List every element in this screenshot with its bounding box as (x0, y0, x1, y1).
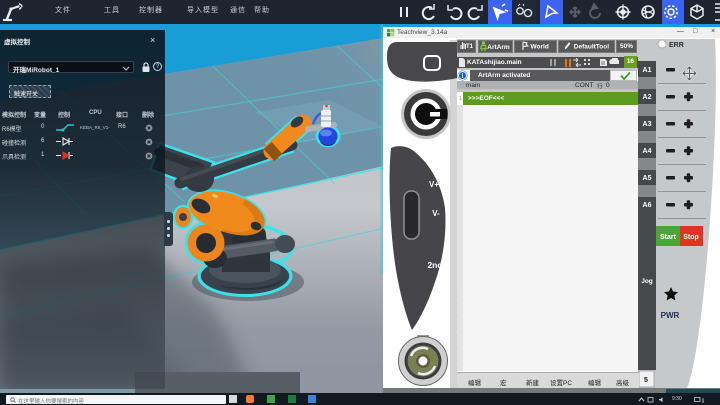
svg-text:Start: Start (660, 234, 677, 241)
svg-text:A5: A5 (643, 175, 652, 182)
svg-text:A6: A6 (643, 202, 652, 209)
svg-text:V-: V- (432, 209, 440, 218)
svg-text:2nd: 2nd (427, 260, 442, 270)
svg-text:Stop: Stop (683, 234, 699, 241)
svg-text:A2: A2 (643, 94, 652, 101)
svg-text:A1: A1 (643, 67, 652, 74)
svg-text:5: 5 (644, 377, 648, 384)
svg-text:PWR: PWR (661, 311, 680, 320)
svg-text:A3: A3 (643, 121, 652, 128)
svg-text:A4: A4 (643, 148, 652, 155)
svg-text:Jog: Jog (641, 278, 653, 285)
svg-text:ERR: ERR (669, 42, 684, 49)
svg-text:V+: V+ (429, 180, 439, 189)
